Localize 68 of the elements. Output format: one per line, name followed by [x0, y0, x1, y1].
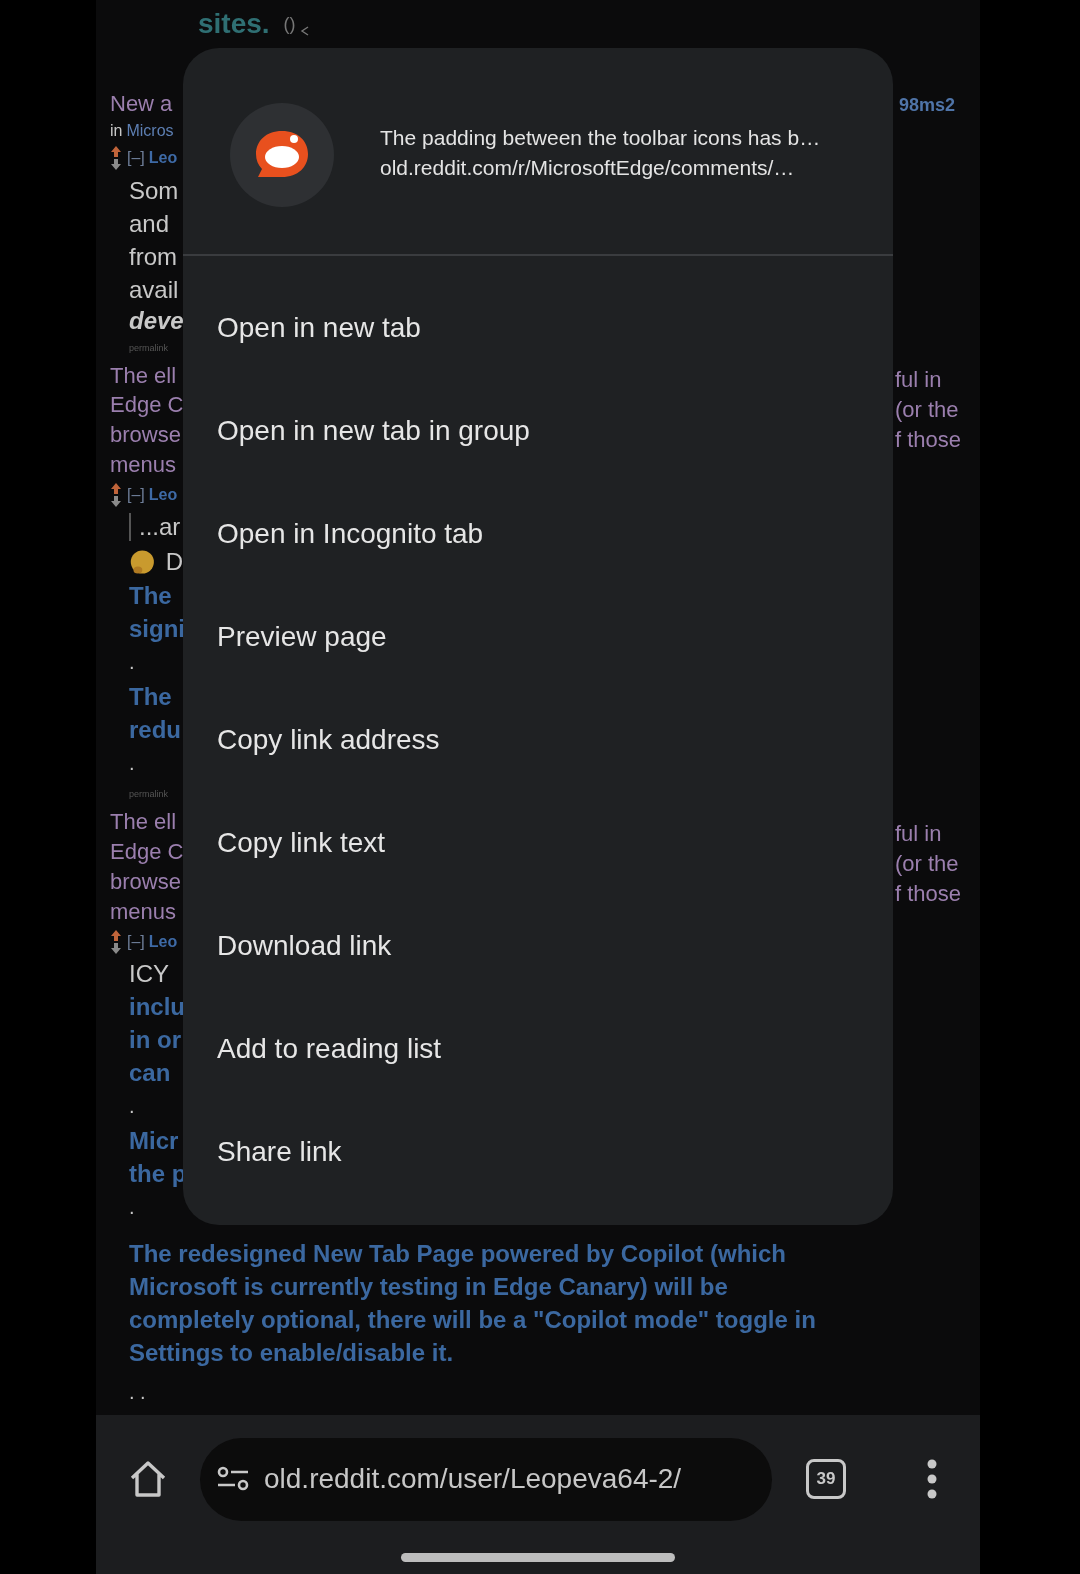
tab-count-button[interactable]: 39: [806, 1459, 846, 1499]
dot-text: . .: [128, 1380, 147, 1405]
link-text[interactable]: The redesigned New Tab Page powered by Copilot (which Microsoft is currently testing in Edge Canary) will be completely optional, there will be a "Copilot mode" toggle in Settings to enable/disable it.: [129, 1237, 859, 1369]
dot-text: .: [128, 650, 136, 676]
quote-text: ...ar: [129, 513, 181, 542]
post-title[interactable]: menus: [96, 449, 183, 480]
user-link[interactable]: 98ms2: [893, 93, 980, 117]
address-bar[interactable]: old.reddit.com/user/Leopeva64-2/: [200, 1437, 772, 1521]
author-link[interactable]: Leo: [148, 485, 178, 504]
post-title[interactable]: browse: [96, 866, 183, 897]
author-link[interactable]: Leo: [148, 932, 178, 951]
share-icon[interactable]: [299, 26, 310, 36]
comment-text: ICY: [128, 959, 170, 989]
link-text[interactable]: inclu: [96, 990, 183, 1023]
subreddit-link[interactable]: Micros: [126, 118, 174, 143]
post-title[interactable]: menus: [96, 896, 183, 927]
link-text[interactable]: redu: [96, 713, 183, 747]
menu-item[interactable]: Copy link address: [183, 688, 893, 791]
menu-item[interactable]: Open in new tab: [183, 276, 893, 379]
post-title[interactable]: (or the: [893, 395, 980, 425]
menu-item[interactable]: Share link: [183, 1100, 893, 1203]
menu-item[interactable]: Copy link text: [183, 791, 893, 894]
menu-item[interactable]: Open in new tab in group: [183, 379, 893, 482]
link-text[interactable]: in or: [96, 1023, 183, 1056]
post-title[interactable]: f those: [893, 879, 980, 909]
link-text[interactable]: The: [96, 579, 183, 613]
dot-text: .: [128, 751, 136, 777]
more-icon[interactable]: [926, 1459, 938, 1499]
comment-text: D: [165, 548, 183, 577]
menu-item[interactable]: Open in Incognito tab: [183, 482, 893, 585]
menu-item[interactable]: Download link: [183, 894, 893, 997]
link-url: old.reddit.com/r/MicrosoftEdge/comments/…: [380, 156, 796, 180]
collapse-toggle[interactable]: [–]: [127, 932, 145, 951]
link-text[interactable]: sites.: [198, 8, 270, 40]
in-label: in: [110, 120, 123, 141]
collapse-toggle[interactable]: [–]: [127, 149, 145, 168]
score-text: (): [283, 13, 296, 35]
post-title[interactable]: The ell: [96, 360, 183, 391]
author-link[interactable]: Leo: [148, 149, 178, 168]
vote-arrows-icon[interactable]: [109, 928, 123, 955]
post-title[interactable]: f those: [893, 425, 980, 455]
dot-text: .: [128, 1195, 136, 1220]
post-title[interactable]: New a: [96, 89, 183, 119]
collapse-toggle[interactable]: [–]: [127, 485, 145, 504]
link-title: The padding between the toolbar icons has b…: [380, 126, 821, 150]
post-title[interactable]: ful in: [893, 819, 980, 849]
post-title[interactable]: ful in: [893, 365, 980, 395]
comment-text: avail: [128, 274, 180, 305]
vote-arrows-icon[interactable]: [109, 481, 123, 508]
link-text[interactable]: signi: [96, 612, 183, 646]
comment-text: deve: [128, 305, 183, 335]
dot-text: .: [128, 1094, 136, 1119]
post-title[interactable]: browse: [96, 419, 183, 450]
menu-item[interactable]: Add to reading list: [183, 997, 893, 1100]
comment-text: Som: [128, 175, 180, 206]
post-title[interactable]: The ell: [96, 807, 183, 838]
link-text[interactable]: Micr: [96, 1124, 183, 1157]
post-title[interactable]: Edge C: [96, 390, 183, 420]
comment-text: and: [128, 208, 171, 239]
tune-icon[interactable]: [216, 1466, 250, 1492]
menu-item[interactable]: Preview page: [183, 585, 893, 688]
comment-text: from: [128, 241, 178, 272]
vote-arrows-icon[interactable]: [109, 145, 123, 172]
link-text[interactable]: can: [96, 1056, 183, 1089]
post-title[interactable]: (or the: [893, 849, 980, 879]
post-title[interactable]: Edge C: [96, 837, 183, 867]
link-text[interactable]: The: [96, 680, 183, 714]
home-icon[interactable]: [128, 1459, 168, 1499]
